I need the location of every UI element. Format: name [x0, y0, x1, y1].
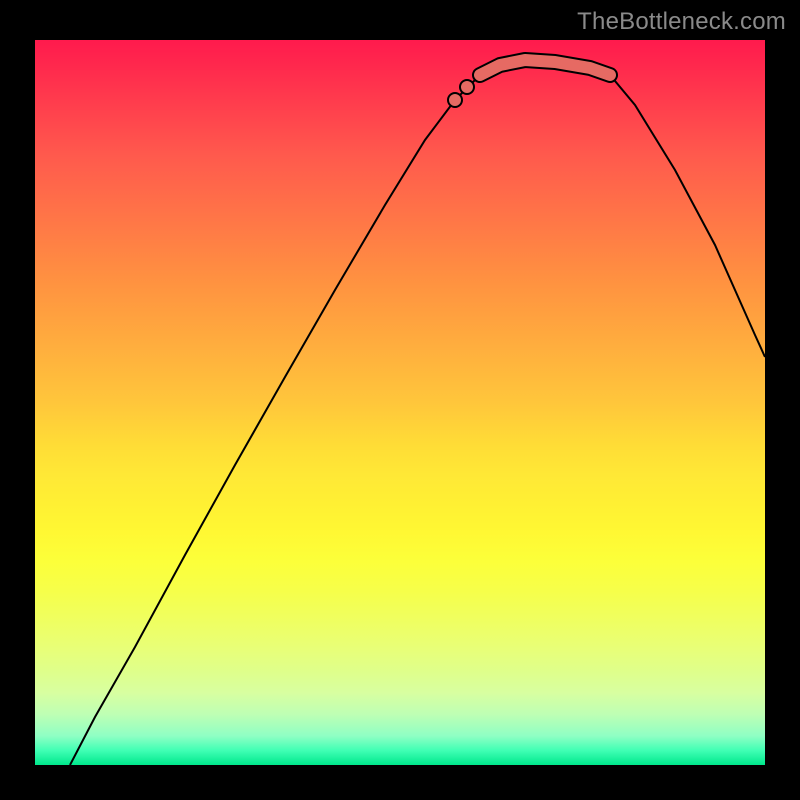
canvas: TheBottleneck.com	[0, 0, 800, 800]
curve-right-segment	[515, 60, 765, 357]
watermark-text: TheBottleneck.com	[577, 8, 786, 36]
curve-left-segment	[70, 60, 515, 765]
plot-svg	[35, 40, 765, 765]
highlight-dot-2	[461, 81, 473, 93]
plot-area	[35, 40, 765, 765]
highlight-dot-1	[449, 94, 461, 106]
